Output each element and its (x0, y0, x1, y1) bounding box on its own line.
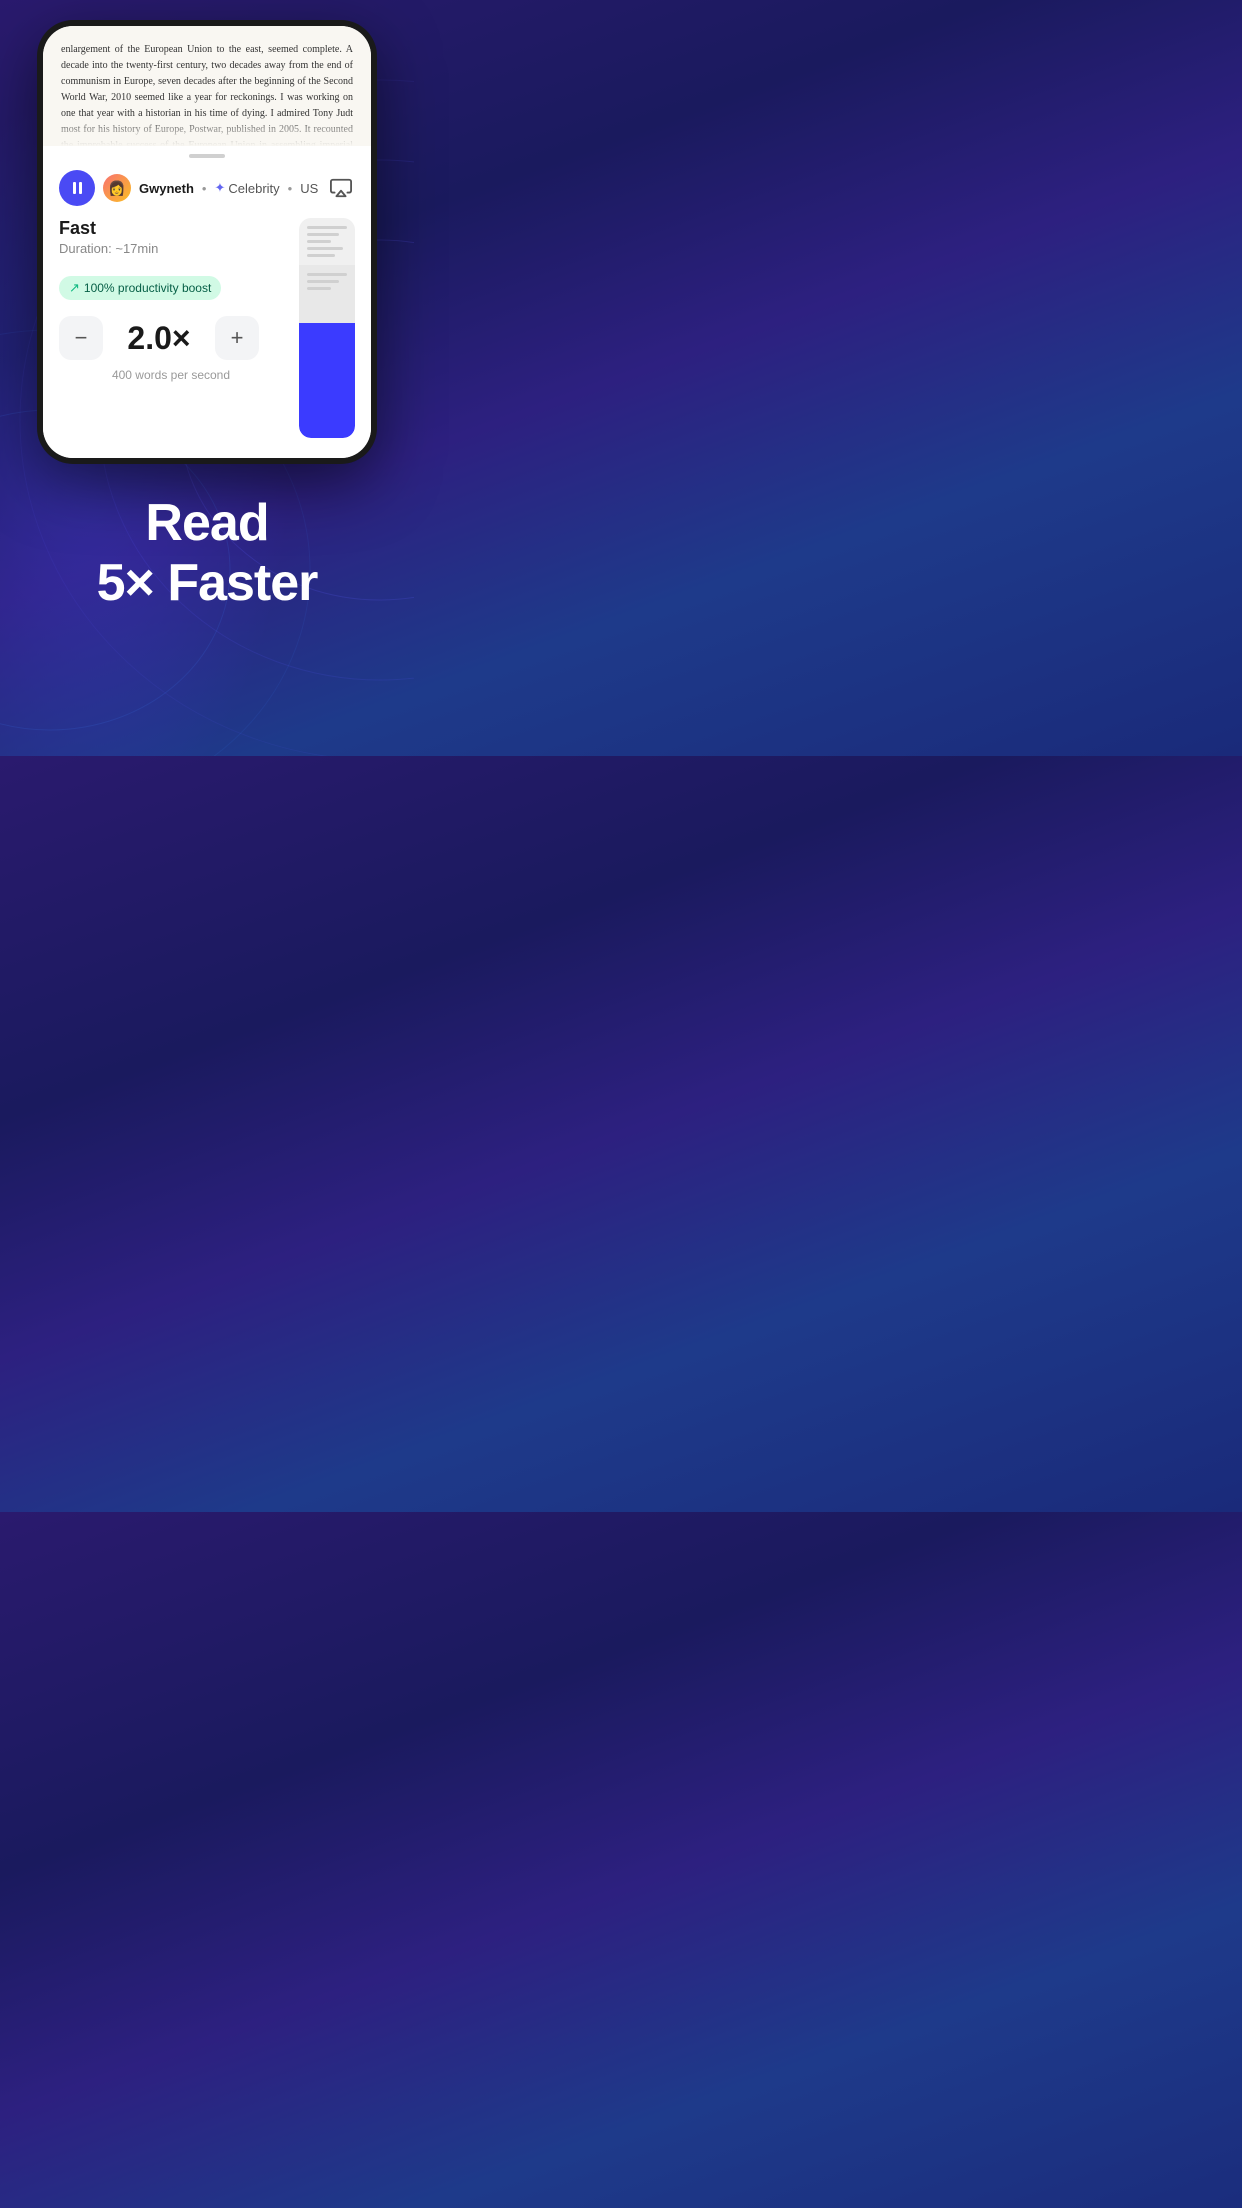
dot-separator-1: • (202, 181, 207, 196)
pause-button[interactable] (59, 170, 95, 206)
productivity-text: 100% productivity boost (84, 281, 211, 295)
slider-line-3 (307, 240, 331, 243)
voice-bar: 👩 Gwyneth • ✦ Celebrity • US (59, 162, 355, 218)
airplay-button[interactable] (326, 172, 355, 204)
voice-type-label: Celebrity (228, 181, 279, 196)
pause-icon (73, 182, 82, 194)
tagline-text: Read 5× Faster (20, 494, 394, 614)
slider-line-5 (307, 254, 335, 257)
increase-speed-button[interactable]: + (215, 316, 259, 360)
speed-controls: − 2.0× + (59, 316, 283, 360)
speed-label: Fast (59, 218, 283, 239)
slider-line-7 (307, 280, 339, 283)
book-text: enlargement of the European Union to the… (61, 42, 353, 146)
speed-slider-container[interactable] (299, 218, 355, 438)
slider-line-6 (307, 273, 347, 276)
sparkle-icon: ✦ (214, 180, 225, 196)
plus-icon: + (231, 325, 244, 351)
voice-type: ✦ Celebrity (214, 180, 279, 196)
slider-inactive-top (299, 218, 355, 265)
speed-wps: 400 words per second (59, 368, 283, 382)
arrow-up-icon: ↗ (69, 280, 80, 296)
drag-handle-bar[interactable] (189, 154, 225, 158)
slider-inactive-mid (299, 265, 355, 323)
decrease-speed-button[interactable]: − (59, 316, 103, 360)
speed-duration: Duration: ~17min (59, 241, 283, 256)
voice-avatar: 👩 (103, 174, 131, 202)
pause-bar-left (73, 182, 76, 194)
productivity-badge: ↗ 100% productivity boost (59, 276, 221, 300)
slider-line-2 (307, 233, 339, 236)
dot-separator-2: • (288, 181, 293, 196)
speed-section: Fast Duration: ~17min ↗ 100% productivit… (59, 218, 355, 438)
slider-line-4 (307, 247, 343, 250)
drag-handle-container (43, 146, 371, 162)
phone-screen: enlargement of the European Union to the… (43, 26, 371, 458)
slider-line-1 (307, 226, 347, 229)
slider-line-8 (307, 287, 331, 290)
minus-icon: − (75, 325, 88, 351)
slider-track (299, 218, 355, 438)
voice-region: US (300, 181, 318, 196)
tagline-line2: 5× Faster (20, 554, 394, 614)
book-text-area: enlargement of the European Union to the… (43, 26, 371, 146)
phone-frame: enlargement of the European Union to the… (37, 20, 377, 464)
speed-value: 2.0× (119, 320, 199, 357)
speed-left: Fast Duration: ~17min ↗ 100% productivit… (59, 218, 283, 382)
tagline-section: Read 5× Faster (0, 464, 414, 654)
airplay-icon (330, 177, 352, 199)
pause-bar-right (79, 182, 82, 194)
tagline-line1: Read (20, 494, 394, 554)
slider-active-portion (299, 323, 355, 438)
voice-name: Gwyneth (139, 181, 194, 196)
controls-panel: 👩 Gwyneth • ✦ Celebrity • US (43, 162, 371, 458)
